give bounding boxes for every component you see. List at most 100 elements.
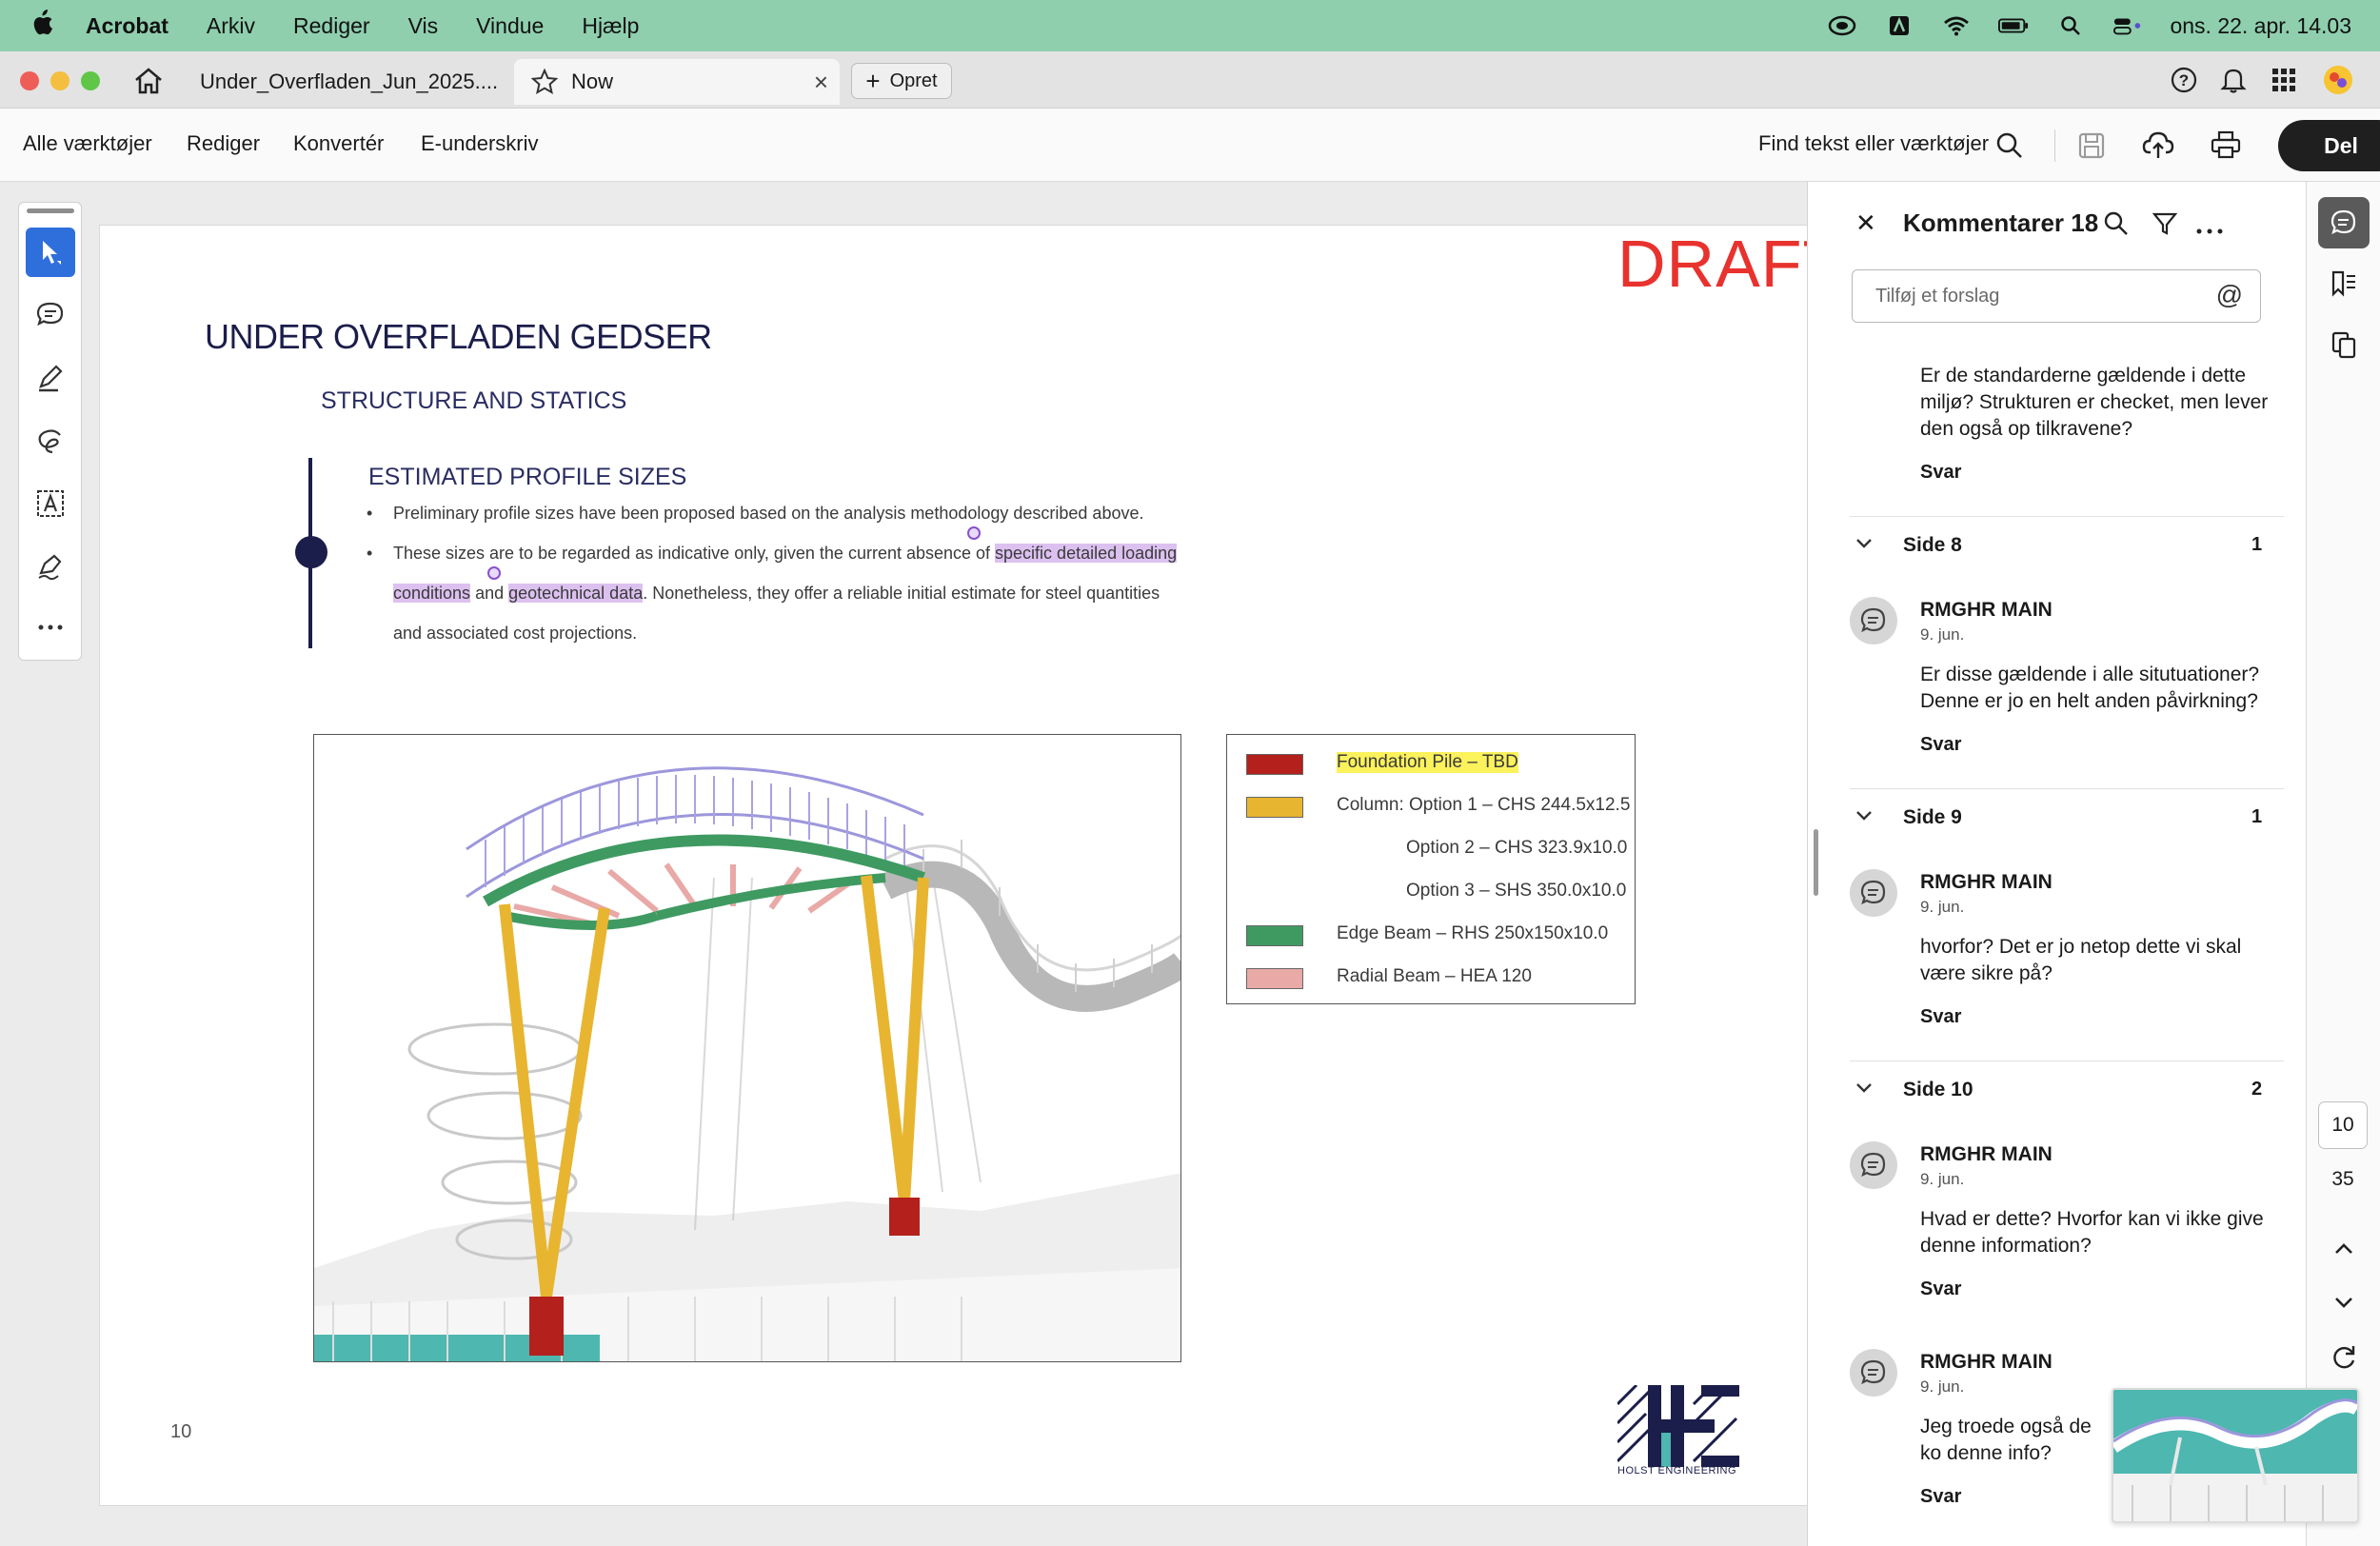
comment-date: 9. jun. (1920, 1170, 1965, 1188)
comments-title: Kommentarer 18 (1903, 208, 2099, 237)
edit-menu[interactable]: Rediger (187, 131, 260, 156)
comments-panel-icon[interactable] (2318, 197, 2370, 248)
previous-page-icon[interactable] (2318, 1223, 2370, 1275)
home-icon[interactable] (133, 67, 164, 100)
battery-icon[interactable] (1998, 14, 2029, 37)
find-tools-label[interactable]: Find tekst eller værktøjer (1758, 131, 1989, 156)
comment-tool[interactable] (26, 290, 75, 340)
structure-render-image (313, 734, 1181, 1362)
document-page-number: 10 (170, 1421, 192, 1442)
comment-marker-2[interactable] (487, 566, 501, 580)
save-icon[interactable] (2077, 131, 2106, 165)
comment-marker-1[interactable] (967, 526, 981, 540)
current-page-input[interactable]: 10 (2318, 1101, 2368, 1149)
convert-menu[interactable]: Konvertér (293, 131, 384, 156)
legend-swatch-column (1246, 797, 1303, 818)
reply-button[interactable]: Svar (1920, 462, 1961, 484)
main-toolbar: Alle værktøjer Rediger Konvertér E-under… (0, 109, 2380, 182)
highlight-pen-tool[interactable] (26, 353, 75, 403)
comment-author: RMGHR MAIN (1920, 1351, 2053, 1373)
menubar-datetime[interactable]: ons. 22. apr. 14.03 (2170, 13, 2351, 39)
create-button[interactable]: + Opret (851, 63, 952, 99)
logo-text: HOLST ENGINEERING (1617, 1465, 1737, 1477)
tab-document[interactable]: Under_Overfladen_Jun_2025.... (183, 59, 511, 105)
wifi-icon[interactable] (1941, 14, 1972, 37)
menu-app-name[interactable]: Acrobat (86, 13, 169, 39)
search-icon[interactable] (1995, 131, 2024, 165)
print-icon[interactable] (2211, 130, 2241, 164)
tab-now-label: Now (571, 69, 614, 93)
upload-cloud-icon[interactable] (2142, 129, 2174, 165)
highlight-loading[interactable]: specific detailed loading (995, 544, 1178, 563)
highlight-conditions[interactable]: conditions (393, 584, 471, 603)
close-tab-icon[interactable]: × (814, 68, 828, 97)
apps-grid-icon[interactable] (2271, 68, 2296, 97)
reply-button[interactable]: Svar (1920, 1278, 1961, 1300)
freehand-draw-tool[interactable] (26, 416, 75, 466)
legend-box: Foundation Pile – TBD Column: Option 1 –… (1226, 734, 1636, 1004)
filter-icon[interactable] (2152, 211, 2178, 241)
share-button[interactable]: Del (2278, 120, 2380, 171)
window-zoom-button[interactable] (81, 71, 100, 90)
bullet-2-text-b: and (470, 584, 509, 603)
window-minimize-button[interactable] (50, 71, 69, 90)
apple-icon[interactable] (30, 10, 59, 42)
add-comment-input[interactable]: Tilføj et forslag @ (1852, 269, 2261, 323)
adobe-acrobat-icon[interactable] (1884, 14, 1914, 37)
highlight-geotechnical[interactable]: geotechnical data (508, 584, 644, 603)
comments-search-icon[interactable] (2103, 210, 2130, 242)
legend-edge-beam: Edge Beam – RHS 250x150x10.0 (1337, 923, 1609, 943)
right-rail: 10 35 (2306, 182, 2380, 1546)
tab-now[interactable]: Now × (514, 59, 840, 105)
legend-column-option-3: Option 3 – SHS 350.0x10.0 (1406, 881, 1627, 901)
panel-resize-handle[interactable] (1814, 829, 1818, 896)
more-tools-icon[interactable] (26, 603, 75, 652)
esign-menu[interactable]: E-underskriv (421, 131, 538, 156)
bullet-2-text-c: . Nonetheless, they offer a reliable ini… (643, 584, 1160, 603)
reply-button[interactable]: Svar (1920, 1486, 1961, 1508)
menu-vindue[interactable]: Vindue (476, 13, 544, 39)
bullet-2-text-d: and associated cost projections. (393, 624, 638, 643)
group-header-side-9[interactable]: Side 9 (1903, 806, 1962, 829)
help-icon[interactable]: ? (2171, 67, 2197, 98)
refresh-icon[interactable] (2318, 1332, 2370, 1383)
close-panel-icon[interactable]: ✕ (1855, 208, 1876, 238)
select-tool[interactable] (26, 228, 75, 277)
comment-text: Hvad er dette? Hvorfor kan vi ikke give … (1920, 1208, 2264, 1257)
group-header-side-10[interactable]: Side 10 (1903, 1079, 1973, 1101)
chevron-down-icon[interactable] (1855, 806, 1873, 826)
avatar (1850, 869, 1897, 917)
mention-icon[interactable]: @ (2216, 280, 2243, 310)
page-thumbnail-preview[interactable] (2112, 1388, 2359, 1523)
comment-text: Er de standarderne gældende i dette milj… (1920, 365, 2269, 440)
menu-rediger[interactable]: Rediger (293, 13, 370, 39)
menu-vis[interactable]: Vis (408, 13, 439, 39)
creative-cloud-icon[interactable] (1827, 14, 1857, 37)
spotlight-search-icon[interactable] (2055, 14, 2086, 37)
bullet-1-text: Preliminary profile sizes have been prop… (393, 504, 1144, 523)
user-avatar[interactable] (2323, 65, 2353, 100)
comment-author: RMGHR MAIN (1920, 871, 2053, 893)
page-thumbnails-icon[interactable] (2318, 319, 2370, 370)
sign-tool[interactable] (26, 542, 75, 591)
text-box-tool[interactable] (26, 479, 75, 528)
bookmarks-icon[interactable] (2318, 258, 2370, 309)
menu-arkiv[interactable]: Arkiv (207, 13, 255, 39)
chevron-down-icon[interactable] (1855, 534, 1873, 554)
notifications-bell-icon[interactable] (2220, 66, 2247, 99)
all-tools-menu[interactable]: Alle værktøjer (23, 131, 152, 156)
next-page-icon[interactable] (2318, 1277, 2370, 1328)
reply-button[interactable]: Svar (1920, 734, 1961, 756)
reply-button[interactable]: Svar (1920, 1006, 1961, 1028)
document-page[interactable]: DRAFT UNDER OVERFLADEN GEDSER STRUCTURE … (99, 225, 1809, 1506)
group-header-side-8[interactable]: Side 8 (1903, 534, 1962, 557)
window-close-button[interactable] (20, 71, 39, 90)
more-options-icon[interactable] (2196, 222, 2223, 239)
drag-handle[interactable] (27, 208, 74, 213)
menu-hjaelp[interactable]: Hjælp (582, 13, 639, 39)
comments-panel: ✕ Kommentarer 18 Tilføj et forslag @ Er … (1807, 182, 2306, 1546)
comment-date: 9. jun. (1920, 1378, 1965, 1396)
control-center-icon[interactable] (2112, 14, 2143, 37)
chevron-down-icon[interactable] (1855, 1079, 1873, 1099)
create-button-label: Opret (889, 69, 938, 91)
